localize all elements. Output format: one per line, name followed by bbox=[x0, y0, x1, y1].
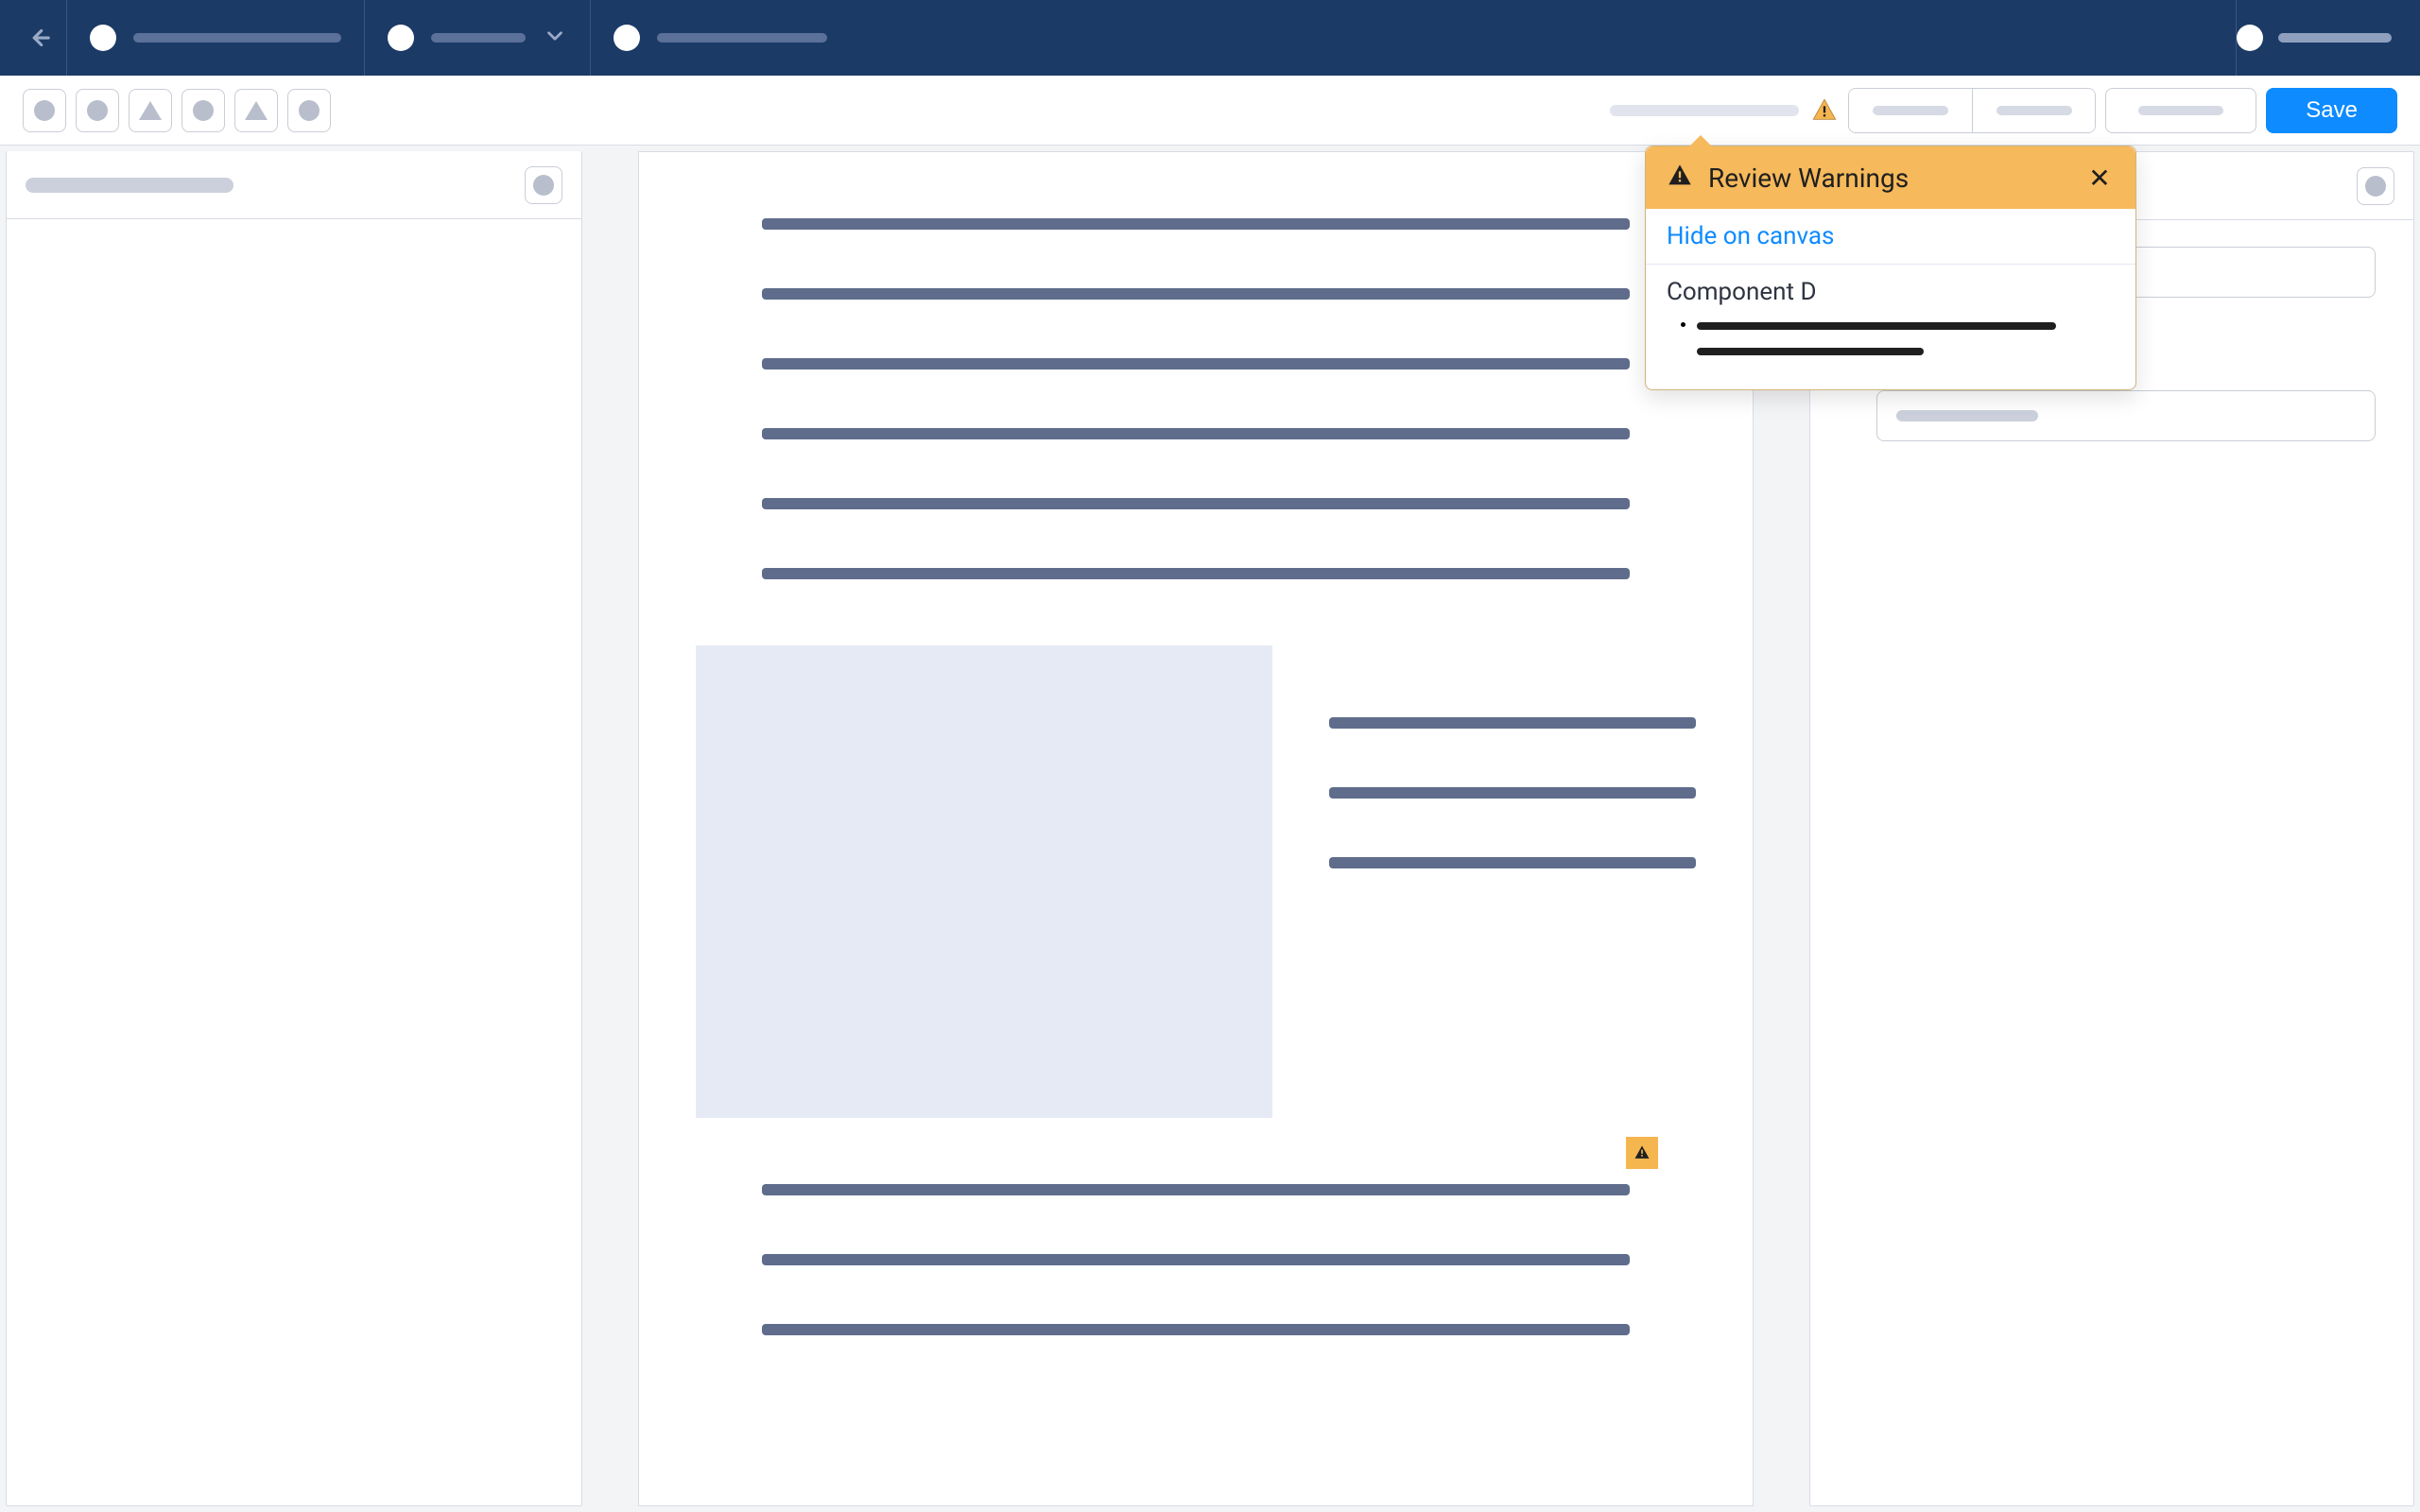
popover-section-title: Component D bbox=[1667, 278, 2115, 306]
text-line bbox=[762, 428, 1630, 439]
text-line bbox=[762, 1184, 1630, 1195]
tool-2[interactable] bbox=[76, 89, 119, 132]
warning-item bbox=[1697, 316, 2115, 334]
status-text bbox=[1610, 105, 1799, 116]
text-line bbox=[762, 498, 1630, 509]
nav-user-label bbox=[2278, 33, 2392, 43]
tool-5[interactable] bbox=[234, 89, 278, 132]
text-line bbox=[762, 1254, 1630, 1265]
view-toggle bbox=[1848, 88, 2096, 133]
left-panel-action[interactable] bbox=[525, 166, 562, 204]
left-panel-title bbox=[26, 178, 233, 193]
nav-item-1[interactable] bbox=[67, 0, 364, 76]
tool-3[interactable] bbox=[129, 89, 172, 132]
save-button[interactable]: Save bbox=[2266, 88, 2397, 133]
popover-header: Review Warnings ✕ bbox=[1646, 146, 2135, 209]
text-line bbox=[762, 288, 1630, 300]
nav-item-2[interactable] bbox=[365, 0, 590, 76]
chevron-down-icon bbox=[543, 24, 567, 52]
canvas[interactable] bbox=[638, 151, 1754, 1506]
component-a bbox=[639, 152, 1753, 617]
tool-6[interactable] bbox=[287, 89, 331, 132]
warning-item bbox=[1697, 341, 2115, 359]
popover-body: Component D bbox=[1646, 265, 2135, 389]
nav-item-icon bbox=[614, 25, 640, 51]
warning-icon bbox=[1667, 163, 1693, 193]
nav-item-3[interactable] bbox=[591, 0, 850, 76]
component-b bbox=[639, 617, 1753, 1146]
right-panel-action[interactable] bbox=[2357, 167, 2394, 205]
nav-user[interactable] bbox=[2237, 25, 2411, 51]
secondary-button[interactable] bbox=[2105, 88, 2256, 133]
text-line bbox=[762, 1324, 1630, 1335]
nav-item-label bbox=[657, 33, 827, 43]
image-placeholder bbox=[696, 645, 1272, 1118]
toolbar: Save bbox=[0, 76, 2420, 146]
component-warning-badge[interactable] bbox=[1626, 1137, 1658, 1169]
text-line bbox=[1329, 787, 1696, 799]
canvas-wrap bbox=[582, 146, 1809, 1512]
top-nav bbox=[0, 0, 2420, 76]
view-toggle-right[interactable] bbox=[1972, 89, 2095, 132]
text-line bbox=[762, 358, 1630, 369]
component-c bbox=[1329, 645, 1696, 868]
text-line bbox=[762, 218, 1630, 230]
nav-item-label bbox=[133, 33, 341, 43]
nav-item-icon bbox=[90, 25, 116, 51]
left-panel bbox=[6, 151, 582, 1506]
left-panel-header bbox=[7, 151, 581, 219]
back-button[interactable] bbox=[9, 9, 66, 66]
text-line bbox=[1329, 857, 1696, 868]
tool-4[interactable] bbox=[182, 89, 225, 132]
component-d[interactable] bbox=[639, 1146, 1753, 1335]
nav-item-label bbox=[431, 33, 526, 43]
avatar bbox=[2237, 25, 2263, 51]
popover-title: Review Warnings bbox=[1708, 163, 2069, 194]
property-card-2[interactable] bbox=[1876, 390, 2376, 441]
hide-on-canvas-link[interactable]: Hide on canvas bbox=[1646, 209, 2135, 265]
close-icon[interactable]: ✕ bbox=[2084, 163, 2115, 193]
tool-1[interactable] bbox=[23, 89, 66, 132]
warnings-badge[interactable] bbox=[1810, 96, 1839, 125]
popover-arrow bbox=[1689, 135, 1712, 146]
view-toggle-left[interactable] bbox=[1849, 89, 1972, 132]
text-line bbox=[762, 568, 1630, 579]
status-area bbox=[1610, 96, 1839, 125]
nav-item-icon bbox=[388, 25, 414, 51]
warnings-popover: Review Warnings ✕ Hide on canvas Compone… bbox=[1645, 146, 2136, 390]
text-line bbox=[1329, 717, 1696, 729]
